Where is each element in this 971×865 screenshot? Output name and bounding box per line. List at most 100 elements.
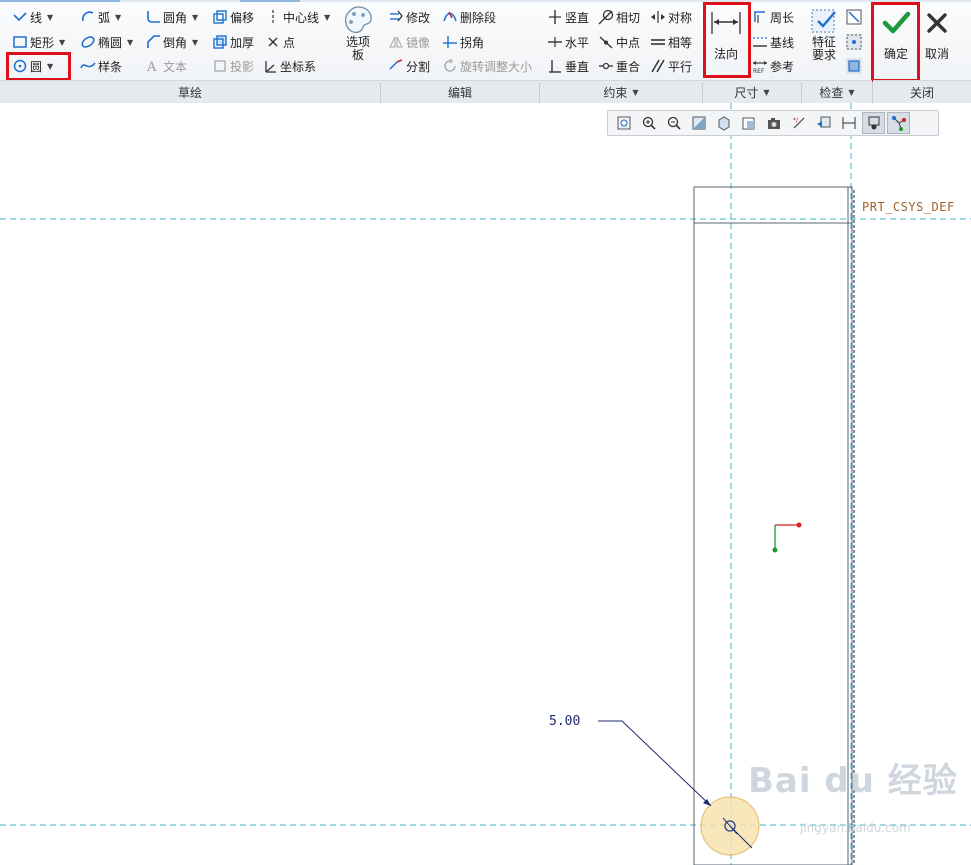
- fillet-icon: [145, 9, 161, 25]
- display-style-button[interactable]: [712, 112, 735, 134]
- perpendicular-icon: [547, 58, 563, 74]
- chevron-down-icon[interactable]: ▼: [192, 13, 198, 22]
- rotate-resize-tool[interactable]: 旋转调整大小: [442, 56, 532, 76]
- sketch-graphics: [0, 103, 971, 865]
- rectangle-tool[interactable]: 矩形 ▼: [12, 32, 65, 52]
- chevron-down-icon[interactable]: ▼: [192, 38, 198, 47]
- midpoint-constraint[interactable]: 中点: [598, 32, 640, 52]
- reference-tool[interactable]: REF 参考: [752, 56, 794, 76]
- chamfer-tool[interactable]: 倒角 ▼: [145, 32, 198, 52]
- svg-text:*/: */: [793, 117, 799, 124]
- constraint-display-icon: [868, 116, 879, 130]
- project-tool[interactable]: 投影: [212, 56, 254, 76]
- chevron-down-icon[interactable]: ▼: [59, 38, 65, 47]
- cancel-button[interactable]: 取消: [920, 4, 954, 61]
- chevron-down-icon[interactable]: ▼: [632, 88, 638, 97]
- overlap-geometry-toggle[interactable]: [846, 7, 864, 27]
- group-label-dimension[interactable]: 尺寸 ▼: [703, 80, 801, 103]
- csys-label: PRT_CSYS_DEF: [862, 200, 955, 214]
- perimeter-tool[interactable]: 周长: [752, 7, 794, 27]
- mirror-tool[interactable]: 镜像: [388, 32, 430, 52]
- symmetric-constraint[interactable]: 对称: [650, 7, 692, 27]
- symmetric-icon: [650, 9, 666, 25]
- arc-tool[interactable]: 弧 ▼: [80, 7, 121, 27]
- centerline-tool[interactable]: 中心线 ▼: [265, 7, 330, 27]
- text-tool[interactable]: A 文本: [145, 56, 187, 76]
- line-tool[interactable]: 线 ▼: [12, 7, 53, 27]
- coordinate-system-icon: [262, 58, 278, 74]
- chevron-down-icon[interactable]: ▼: [127, 38, 133, 47]
- point-tool[interactable]: 点: [265, 32, 295, 52]
- datum-display-button[interactable]: */: [787, 112, 810, 134]
- zoom-out-icon: [667, 116, 681, 130]
- chevron-down-icon[interactable]: ▼: [47, 13, 53, 22]
- equal-icon: [650, 34, 666, 50]
- group-label-close: 关闭: [873, 80, 971, 103]
- chevron-down-icon[interactable]: ▼: [115, 13, 121, 22]
- delete-segment-tool[interactable]: 删除段: [442, 7, 496, 27]
- circle-tool[interactable]: 圆 ▼: [12, 56, 53, 76]
- chevron-down-icon[interactable]: ▼: [763, 88, 769, 97]
- vertex-display-button[interactable]: [887, 112, 910, 134]
- vertical-icon: [547, 9, 563, 25]
- arc-icon: [80, 9, 96, 25]
- constraint-display-button[interactable]: [862, 112, 885, 134]
- display-style-icon: [718, 116, 729, 131]
- equal-constraint[interactable]: 相等: [650, 32, 692, 52]
- corner-tool[interactable]: 拐角: [442, 32, 484, 52]
- dimension-display-button[interactable]: [837, 112, 860, 134]
- offset-icon: [212, 9, 228, 25]
- divide-icon: [388, 58, 404, 74]
- mirror-icon: [388, 34, 404, 50]
- ok-button[interactable]: 确定: [878, 4, 914, 61]
- saved-orientations-button[interactable]: [737, 112, 760, 134]
- spline-tool[interactable]: 样条: [80, 56, 122, 76]
- thicken-icon: [212, 34, 228, 50]
- open-ends-icon: [846, 34, 862, 50]
- tangent-icon: [598, 9, 614, 25]
- thicken-tool[interactable]: 加厚: [212, 32, 254, 52]
- sketch-view-button[interactable]: [812, 112, 835, 134]
- feature-requirements-button[interactable]: 特征要求: [806, 4, 842, 62]
- offset-tool[interactable]: 偏移: [212, 7, 254, 27]
- modify-tool[interactable]: 修改: [388, 7, 430, 27]
- project-icon: [212, 58, 228, 74]
- group-label-inspect[interactable]: 检查 ▼: [802, 80, 872, 103]
- modify-icon: [388, 9, 404, 25]
- zoom-in-button[interactable]: [637, 112, 660, 134]
- chevron-down-icon[interactable]: ▼: [848, 88, 854, 97]
- repaint-button[interactable]: [687, 112, 710, 134]
- baseline-tool[interactable]: 基线: [752, 32, 794, 52]
- coincident-constraint[interactable]: 重合: [598, 56, 640, 76]
- tangent-constraint[interactable]: 相切: [598, 7, 640, 27]
- close-icon: [923, 8, 951, 38]
- palette-button[interactable]: 选项板: [340, 4, 376, 62]
- normal-dimension-button[interactable]: 法向: [706, 4, 746, 61]
- divide-tool[interactable]: 分割: [388, 56, 430, 76]
- vertical-constraint[interactable]: 竖直: [547, 7, 589, 27]
- fillet-tool[interactable]: 圆角 ▼: [145, 7, 198, 27]
- reference-icon: REF: [752, 58, 768, 74]
- baseline-icon: [752, 34, 768, 50]
- ellipse-tool[interactable]: 椭圆 ▼: [80, 32, 133, 52]
- chevron-down-icon[interactable]: ▼: [47, 62, 53, 71]
- rotate-resize-icon: [442, 58, 458, 74]
- sketch-canvas[interactable]: 5.00 PRT_CSYS_DEF Bai du 经验 jingyan.baid…: [0, 103, 971, 865]
- view-manager-button[interactable]: [762, 112, 785, 134]
- open-ends-toggle[interactable]: [846, 32, 864, 52]
- chevron-down-icon[interactable]: ▼: [324, 13, 330, 22]
- parallel-constraint[interactable]: 平行: [650, 56, 692, 76]
- ellipse-icon: [80, 34, 96, 50]
- saved-orientations-icon: [742, 117, 754, 130]
- perpendicular-constraint[interactable]: 垂直: [547, 56, 589, 76]
- shade-closed-loops-icon: [846, 58, 862, 74]
- refit-button[interactable]: [612, 112, 635, 134]
- shade-closed-loops-toggle[interactable]: [846, 56, 864, 76]
- horizontal-constraint[interactable]: 水平: [547, 32, 589, 52]
- ribbon-top-line: [0, 0, 971, 2]
- zoom-out-button[interactable]: [662, 112, 685, 134]
- coordinate-system-tool[interactable]: 坐标系: [262, 56, 316, 76]
- horizontal-icon: [547, 34, 563, 50]
- circle-dimension-value[interactable]: 5.00: [549, 714, 580, 729]
- group-label-constrain[interactable]: 约束 ▼: [540, 80, 702, 103]
